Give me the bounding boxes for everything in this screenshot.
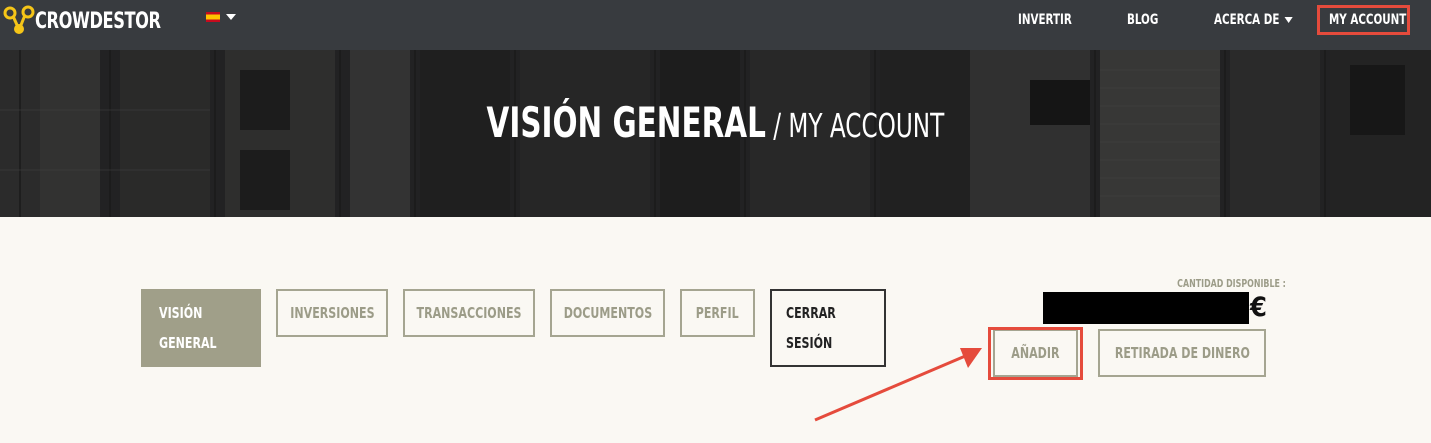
top-navbar: CROWDESTOR INVERTIR BLOG ACERCA DE MY AC… [0, 0, 1431, 50]
nav-acerca-de-label: ACERCA DE [1214, 12, 1280, 28]
crowdestor-logo-icon [3, 5, 35, 34]
balance-value-redacted [1043, 292, 1249, 324]
tab-transacciones[interactable]: TRANSACCIONES [403, 289, 535, 337]
balance-label: CANTIDAD DISPONIBLE : [1150, 277, 1286, 290]
tab-label: DOCUMENTOS [563, 304, 652, 322]
balance-label-text: CANTIDAD DISPONIBLE : [1177, 277, 1286, 290]
spain-flag-icon [206, 12, 220, 22]
tab-vision-general[interactable]: VISIÓN GENERAL [141, 289, 261, 367]
page-title: VISIÓN GENERAL / MY ACCOUNT [0, 98, 1431, 147]
tab-inversiones[interactable]: INVERSIONES [276, 289, 388, 337]
page-title-main: VISIÓN GENERAL [486, 98, 766, 147]
page-title-sub: MY ACCOUNT [788, 106, 945, 145]
my-account-highlight [1317, 5, 1410, 35]
chevron-down-icon [226, 14, 236, 20]
tab-label: TRANSACCIONES [416, 304, 522, 322]
balance-currency: € [1250, 292, 1267, 323]
brand-name: CROWDESTOR [35, 8, 161, 34]
add-button-highlight [988, 327, 1083, 380]
language-selector[interactable] [206, 12, 236, 22]
page-title-separator: / [765, 106, 789, 145]
hero-banner: VISIÓN GENERAL / MY ACCOUNT [0, 50, 1431, 217]
tab-label: VISIÓN GENERAL [159, 304, 217, 352]
tab-label: PERFIL [696, 304, 739, 322]
brand-logo[interactable]: CROWDESTOR [2, 4, 188, 38]
nav-invertir[interactable]: INVERTIR [1018, 12, 1072, 28]
nav-acerca-de[interactable]: ACERCA DE [1214, 12, 1293, 28]
tab-label: INVERSIONES [289, 304, 375, 322]
nav-blog[interactable]: BLOG [1127, 12, 1158, 28]
withdraw-button[interactable]: RETIRADA DE DINERO [1098, 329, 1266, 377]
annotation-arrow-icon [814, 348, 982, 422]
tab-documentos[interactable]: DOCUMENTOS [550, 289, 665, 337]
withdraw-label: RETIRADA DE DINERO [1114, 344, 1250, 362]
tab-perfil[interactable]: PERFIL [680, 289, 755, 337]
chevron-down-icon [1284, 17, 1293, 23]
